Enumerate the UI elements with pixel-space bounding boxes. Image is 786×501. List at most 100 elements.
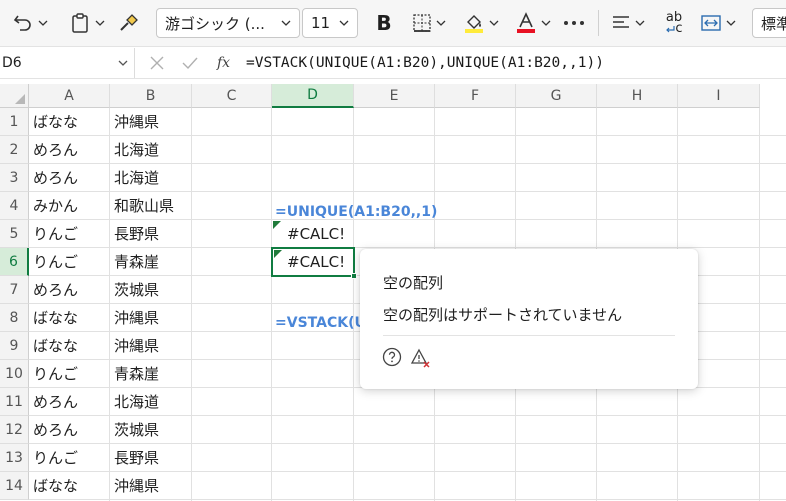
cell-b12[interactable]: 茨城県	[114, 416, 159, 443]
cell-a1[interactable]: ばなな	[33, 108, 78, 135]
merge-cells-button[interactable]	[696, 7, 740, 39]
cell-b4[interactable]: 和歌山県	[114, 192, 174, 219]
cell-b11[interactable]: 北海道	[114, 388, 159, 415]
chevron-down-icon	[281, 20, 291, 26]
row-header-10[interactable]: 10	[0, 360, 29, 388]
cell-a3[interactable]: めろん	[33, 164, 78, 191]
name-box-value: D6	[2, 55, 22, 71]
borders-button[interactable]	[408, 7, 450, 39]
wrap-text-button[interactable]: ab c	[658, 7, 690, 39]
formula-bar: D6 fx =VSTACK(UNIQUE(A1:B20),UNIQUE(A1:B…	[0, 48, 786, 79]
error-indicator-icon	[273, 221, 281, 229]
insert-function-button[interactable]: fx	[217, 55, 230, 71]
cell-a11[interactable]: めろん	[33, 388, 78, 415]
cell-a5[interactable]: りんご	[33, 220, 78, 247]
column-header-a[interactable]: A	[29, 84, 110, 108]
chevron-down-icon	[489, 20, 499, 26]
grid-line	[29, 499, 786, 500]
cell-d2-value[interactable]: #CALC!	[287, 220, 345, 247]
cell-b8[interactable]: 沖縄県	[114, 304, 159, 331]
cell-a13[interactable]: りんご	[33, 444, 78, 471]
chevron-down-icon	[726, 20, 736, 26]
chevron-down-icon	[95, 20, 105, 26]
cell-a12[interactable]: めろん	[33, 416, 78, 443]
chevron-down-icon	[339, 20, 349, 26]
wrap-text-sub-label: c	[675, 21, 683, 36]
font-size-dropdown[interactable]: 11	[302, 8, 358, 38]
column-header-e[interactable]: E	[354, 84, 435, 108]
column-header-f[interactable]: F	[435, 84, 516, 108]
align-left-icon	[613, 16, 629, 28]
cell-b13[interactable]: 長野県	[114, 444, 159, 471]
cell-a14[interactable]: ばなな	[33, 472, 78, 499]
number-format-value: 標準	[761, 14, 786, 33]
cell-a9[interactable]: ばなな	[33, 332, 78, 359]
row-header-11[interactable]: 11	[0, 388, 29, 416]
row-header-5[interactable]: 5	[0, 220, 29, 248]
merge-center-icon	[701, 15, 721, 31]
row-header-13[interactable]: 13	[0, 444, 29, 472]
cell-a6[interactable]: りんご	[33, 248, 78, 275]
cell-d6-value[interactable]: #CALC!	[287, 248, 345, 275]
number-format-dropdown[interactable]: 標準	[752, 8, 786, 38]
row-header-2[interactable]: 2	[0, 136, 29, 164]
cell-b6[interactable]: 青森崖	[114, 248, 159, 275]
column-header-c[interactable]: C	[192, 84, 272, 108]
ribbon-toolbar: 游ゴシック (... 11 B ab c 標準	[0, 0, 786, 47]
cell-a10[interactable]: りんご	[33, 360, 78, 387]
fill-color-button[interactable]	[460, 7, 502, 39]
cell-b2[interactable]: 北海道	[114, 136, 159, 163]
undo-icon	[13, 15, 31, 31]
row-header-9[interactable]: 9	[0, 332, 29, 360]
undo-button[interactable]	[10, 7, 50, 39]
cell-a2[interactable]: めろん	[33, 136, 78, 163]
font-name-dropdown[interactable]: 游ゴシック (...	[156, 8, 300, 38]
row-header-7[interactable]: 7	[0, 276, 29, 304]
cell-b14[interactable]: 沖縄県	[114, 472, 159, 499]
cell-b10[interactable]: 青森崖	[114, 360, 159, 387]
cancel-icon[interactable]	[149, 55, 165, 71]
warning-error-icon[interactable]	[410, 347, 432, 369]
paint-bucket-icon	[465, 15, 483, 33]
chevron-down-icon	[118, 60, 128, 66]
font-color-icon	[517, 12, 535, 33]
wrap-arrow-icon	[666, 25, 676, 32]
cell-a7[interactable]: めろん	[33, 276, 78, 303]
font-size-value: 11	[311, 14, 331, 32]
cell-a4[interactable]: みかん	[33, 192, 78, 219]
fill-handle[interactable]	[351, 273, 357, 279]
row-header-14[interactable]: 14	[0, 472, 29, 500]
cell-b5[interactable]: 長野県	[114, 220, 159, 247]
more-options-button[interactable]	[560, 7, 588, 39]
row-header-6[interactable]: 6	[0, 248, 29, 276]
row-header-8[interactable]: 8	[0, 304, 29, 332]
cell-b7[interactable]: 茨城県	[114, 276, 159, 303]
column-header-i[interactable]: I	[678, 84, 760, 108]
column-header-h[interactable]: H	[597, 84, 678, 108]
formula-input[interactable]: =VSTACK(UNIQUE(A1:B20),UNIQUE(A1:B20,,1)…	[246, 48, 604, 78]
column-header-d[interactable]: D	[272, 84, 354, 108]
help-circle-icon[interactable]	[382, 347, 402, 367]
cell-b9[interactable]: 沖縄県	[114, 332, 159, 359]
font-color-button[interactable]	[512, 7, 554, 39]
format-painter-button[interactable]	[114, 7, 144, 39]
confirm-check-icon[interactable]	[181, 55, 199, 71]
bold-button[interactable]: B	[370, 7, 398, 39]
row-header-1[interactable]: 1	[0, 108, 29, 136]
error-info-popup: 空の配列 空の配列はサポートされていません	[360, 249, 698, 389]
row-header-3[interactable]: 3	[0, 164, 29, 192]
cell-a8[interactable]: ばなな	[33, 304, 78, 331]
column-header-g[interactable]: G	[516, 84, 597, 108]
column-header-b[interactable]: B	[110, 84, 192, 108]
wrap-text-sub: c	[665, 21, 683, 36]
paste-button[interactable]	[64, 7, 110, 39]
popup-title: 空の配列	[383, 274, 444, 292]
cell-b1[interactable]: 沖縄県	[114, 108, 159, 135]
select-all-button[interactable]	[0, 84, 29, 108]
name-box[interactable]: D6	[0, 48, 135, 78]
row-header-4[interactable]: 4	[0, 192, 29, 220]
align-button[interactable]	[606, 7, 650, 39]
row-header-12[interactable]: 12	[0, 416, 29, 444]
chevron-down-icon	[436, 20, 446, 26]
cell-b3[interactable]: 北海道	[114, 164, 159, 191]
